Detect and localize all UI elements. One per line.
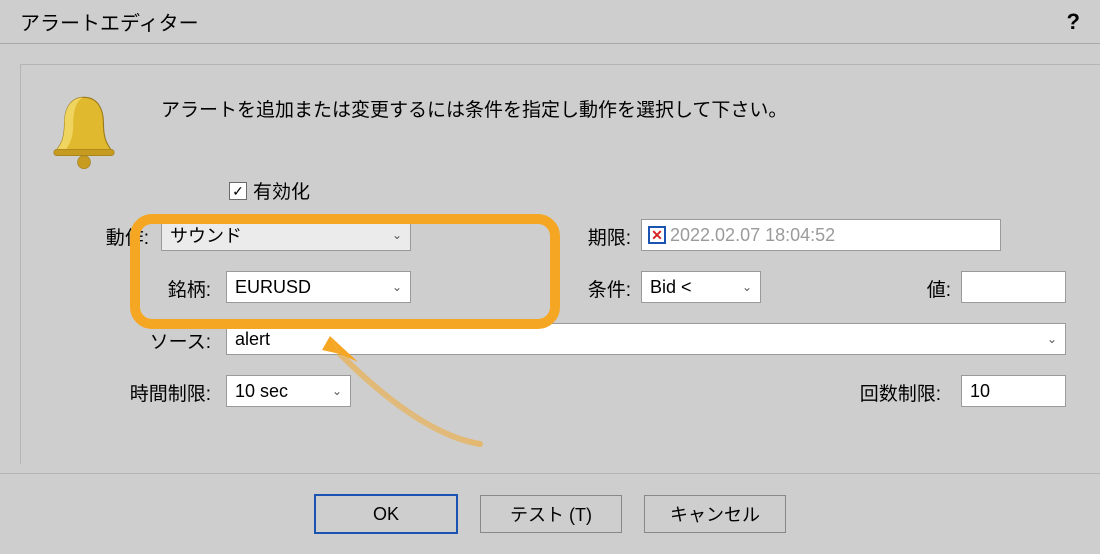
window-title: アラートエディター [20,7,199,36]
action-label: 動作: [19,223,149,250]
test-label: テスト (T) [510,501,592,527]
source-label: ソース: [81,327,211,354]
dialog-body: アラートを追加または変更するには条件を指定し動作を選択して下さい。 ✓ 有効化 … [0,44,1100,554]
button-bar: OK テスト (T) キャンセル [0,473,1100,554]
chevron-down-icon: ⌄ [742,280,752,294]
timeout-label: 時間制限: [81,379,211,406]
maxiter-input[interactable]: 10 [961,375,1066,407]
test-button[interactable]: テスト (T) [480,495,622,533]
instruction-text: アラートを追加または変更するには条件を指定し動作を選択して下さい。 [161,95,787,122]
action-value: サウンド [170,222,242,248]
timeout-combo[interactable]: 10 sec ⌄ [226,375,351,407]
help-button[interactable]: ? [1067,0,1080,44]
enable-label: 有効化 [253,177,310,204]
chevron-down-icon: ⌄ [392,228,402,242]
value-input[interactable] [961,271,1066,303]
action-combo[interactable]: サウンド ⌄ [161,219,411,251]
chevron-down-icon: ⌄ [392,280,402,294]
symbol-label: 銘柄: [81,275,211,302]
clear-date-icon[interactable]: ✕ [648,226,666,244]
condition-label: 条件: [571,275,631,302]
chevron-down-icon: ⌄ [332,384,342,398]
content-group: アラートを追加または変更するには条件を指定し動作を選択して下さい。 ✓ 有効化 … [20,64,1100,464]
ok-label: OK [373,504,399,525]
form-area: ✓ 有効化 動作: サウンド ⌄ 期限: [81,175,1100,427]
cancel-button[interactable]: キャンセル [644,495,786,533]
ok-button[interactable]: OK [314,494,458,534]
titlebar: アラートエディター ? [0,0,1100,44]
chevron-down-icon: ⌄ [1047,332,1057,346]
alert-editor-dialog: アラートエディター ? アラートを追加または変更するには条件を指定し動作を選択し… [0,0,1100,554]
symbol-combo[interactable]: EURUSD ⌄ [226,271,411,303]
symbol-value: EURUSD [235,277,311,298]
source-combo[interactable]: alert ⌄ [226,323,1066,355]
enable-checkbox[interactable]: ✓ 有効化 [229,177,310,204]
maxiter-value: 10 [970,381,990,402]
expiration-value: 2022.02.07 18:04:52 [670,225,835,246]
value-label: 値: [911,275,951,302]
timeout-value: 10 sec [235,381,288,402]
source-value: alert [235,329,270,350]
expiration-field[interactable]: ✕ 2022.02.07 18:04:52 [641,219,1001,251]
condition-combo[interactable]: Bid < ⌄ [641,271,761,303]
expiration-label: 期限: [571,223,631,250]
cancel-label: キャンセル [670,501,760,527]
checkbox-icon: ✓ [229,182,247,200]
condition-value: Bid < [650,277,692,298]
bell-icon [49,93,119,173]
maxiter-label: 回数制限: [831,379,941,406]
